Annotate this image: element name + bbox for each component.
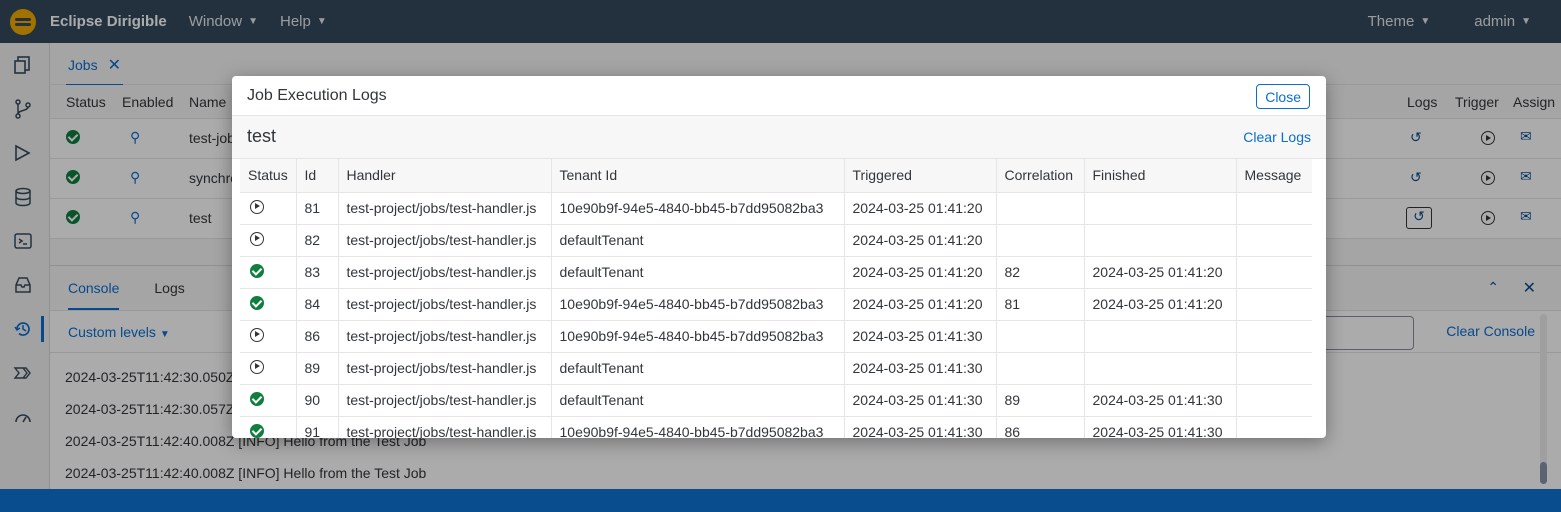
cell-triggered: 2024-03-25 01:41:20: [844, 192, 997, 225]
col-triggered: Triggered: [844, 159, 997, 193]
cell-id: 91: [296, 416, 339, 438]
cell-message: [1236, 352, 1312, 385]
status-triggered-icon: [250, 199, 264, 214]
status-triggered-icon: [250, 327, 264, 342]
col-handler: Handler: [338, 159, 552, 193]
cell-tenant: 10e90b9f-94e5-4840-bb45-b7dd95082ba3: [551, 288, 845, 321]
cell-finished: 2024-03-25 01:41:20: [1084, 288, 1237, 321]
cell-triggered: 2024-03-25 01:41:20: [844, 288, 997, 321]
status-cell: [240, 320, 297, 353]
job-execution-logs-dialog: Job Execution Logs Close test Clear Logs…: [232, 76, 1326, 438]
cell-finished: [1084, 192, 1237, 225]
cell-id: 84: [296, 288, 339, 321]
cell-triggered: 2024-03-25 01:41:30: [844, 320, 997, 353]
cell-tenant: 10e90b9f-94e5-4840-bb45-b7dd95082ba3: [551, 320, 845, 353]
status-finished-icon: [250, 295, 264, 310]
cell-triggered: 2024-03-25 01:41:20: [844, 256, 997, 289]
cell-tenant: defaultTenant: [551, 384, 845, 417]
cell-finished: 2024-03-25 01:41:20: [1084, 256, 1237, 289]
status-cell: [240, 256, 297, 289]
status-finished-icon: [250, 391, 264, 406]
cell-handler: test-project/jobs/test-handler.js: [338, 192, 552, 225]
col-finished: Finished: [1084, 159, 1237, 193]
cell-message: [1236, 416, 1312, 438]
status-finished-icon: [250, 423, 264, 438]
cell-correlation: 89: [996, 384, 1085, 417]
cell-id: 81: [296, 192, 339, 225]
status-cell: [240, 192, 297, 225]
cell-handler: test-project/jobs/test-handler.js: [338, 384, 552, 417]
cell-triggered: 2024-03-25 01:41:20: [844, 224, 997, 257]
col-tenant-id: Tenant Id: [551, 159, 845, 193]
col-status: Status: [240, 159, 297, 193]
cell-finished: [1084, 320, 1237, 353]
status-footer: [0, 489, 1561, 512]
status-triggered-icon: [250, 231, 264, 246]
col-correlation: Correlation: [996, 159, 1085, 193]
status-cell: [240, 352, 297, 385]
cell-correlation: 81: [996, 288, 1085, 321]
cell-handler: test-project/jobs/test-handler.js: [338, 288, 552, 321]
status-triggered-icon: [250, 359, 264, 374]
status-finished-icon: [250, 263, 264, 278]
cell-correlation: 86: [996, 416, 1085, 438]
cell-id: 86: [296, 320, 339, 353]
table-row[interactable]: 91 test-project/jobs/test-handler.js 10e90…: [240, 416, 1312, 438]
close-button[interactable]: Close: [1256, 84, 1310, 109]
table-row[interactable]: 81 test-project/jobs/test-handler.js 10e90…: [240, 192, 1312, 225]
cell-tenant: 10e90b9f-94e5-4840-bb45-b7dd95082ba3: [551, 192, 845, 225]
cell-triggered: 2024-03-25 01:41:30: [844, 384, 997, 417]
cell-tenant: defaultTenant: [551, 224, 845, 257]
cell-message: [1236, 224, 1312, 257]
status-cell: [240, 416, 297, 438]
status-cell: [240, 384, 297, 417]
cell-message: [1236, 288, 1312, 321]
table-row[interactable]: 89 test-project/jobs/test-handler.js defau…: [240, 352, 1312, 385]
cell-triggered: 2024-03-25 01:41:30: [844, 416, 997, 438]
cell-correlation: 82: [996, 256, 1085, 289]
cell-handler: test-project/jobs/test-handler.js: [338, 320, 552, 353]
cell-id: 82: [296, 224, 339, 257]
cell-id: 89: [296, 352, 339, 385]
cell-handler: test-project/jobs/test-handler.js: [338, 416, 552, 438]
cell-handler: test-project/jobs/test-handler.js: [338, 224, 552, 257]
cell-correlation: [996, 320, 1085, 353]
cell-tenant: 10e90b9f-94e5-4840-bb45-b7dd95082ba3: [551, 416, 845, 438]
cell-id: 83: [296, 256, 339, 289]
cell-correlation: [996, 224, 1085, 257]
cell-message: [1236, 384, 1312, 417]
cell-triggered: 2024-03-25 01:41:30: [844, 352, 997, 385]
status-cell: [240, 288, 297, 321]
cell-correlation: [996, 352, 1085, 385]
cell-message: [1236, 320, 1312, 353]
cell-message: [1236, 256, 1312, 289]
job-name-heading: test: [247, 126, 277, 146]
cell-finished: [1084, 352, 1237, 385]
cell-tenant: defaultTenant: [551, 256, 845, 289]
cell-tenant: defaultTenant: [551, 352, 845, 385]
status-cell: [240, 224, 297, 257]
col-message: Message: [1236, 159, 1312, 193]
col-id: Id: [296, 159, 339, 193]
table-row[interactable]: 90 test-project/jobs/test-handler.js defau…: [240, 384, 1312, 417]
cell-finished: 2024-03-25 01:41:30: [1084, 416, 1237, 438]
cell-handler: test-project/jobs/test-handler.js: [338, 256, 552, 289]
log-rows: 81 test-project/jobs/test-handler.js 10e90…: [240, 192, 1312, 438]
cell-finished: [1084, 224, 1237, 257]
clear-logs-button[interactable]: Clear Logs: [1243, 129, 1311, 145]
table-row[interactable]: 82 test-project/jobs/test-handler.js defau…: [240, 224, 1312, 257]
dialog-title: Job Execution Logs: [247, 86, 387, 104]
cell-handler: test-project/jobs/test-handler.js: [338, 352, 552, 385]
table-row[interactable]: 86 test-project/jobs/test-handler.js 10e90…: [240, 320, 1312, 353]
cell-correlation: [996, 192, 1085, 225]
table-row[interactable]: 84 test-project/jobs/test-handler.js 10e90…: [240, 288, 1312, 321]
cell-message: [1236, 192, 1312, 225]
table-row[interactable]: 83 test-project/jobs/test-handler.js defau…: [240, 256, 1312, 289]
cell-finished: 2024-03-25 01:41:30: [1084, 384, 1237, 417]
execution-logs-table: Status Id Handler Tenant Id Triggered Co…: [240, 159, 1312, 438]
cell-id: 90: [296, 384, 339, 417]
